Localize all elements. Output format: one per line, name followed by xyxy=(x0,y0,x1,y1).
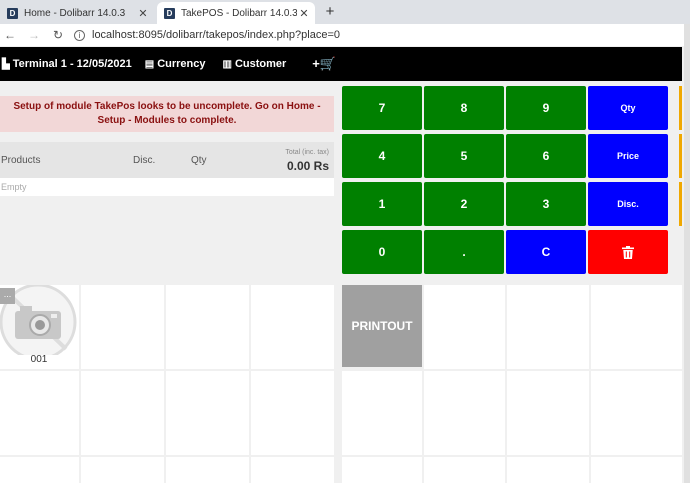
empty-product-tile xyxy=(81,457,164,483)
empty-action-tile xyxy=(591,457,682,483)
empty-product-tile xyxy=(166,457,249,483)
order-empty-row: Empty xyxy=(0,178,334,196)
key-2[interactable]: 2 xyxy=(424,182,504,226)
tab-title: Home - Dolibarr 14.0.3 xyxy=(24,7,126,19)
column-products: Products xyxy=(1,155,41,166)
tab-title: TakePOS - Dolibarr 14.0.3 xyxy=(181,7,297,19)
column-discount: Disc. xyxy=(133,155,156,166)
empty-action-tile xyxy=(424,285,505,369)
order-table-header: Products Disc. Qty Total (inc. tax) 0.00… xyxy=(0,142,334,178)
empty-product-tile xyxy=(0,371,79,455)
side-accent-bar xyxy=(679,182,682,226)
empty-action-tile xyxy=(507,285,589,369)
empty-product-tile xyxy=(0,457,79,483)
empty-action-tile xyxy=(424,371,505,455)
column-quantity: Qty xyxy=(191,155,207,166)
dolibarr-favicon-icon: D xyxy=(164,7,175,19)
empty-action-tile xyxy=(591,371,682,455)
key-1[interactable]: 1 xyxy=(342,182,422,226)
new-tab-button[interactable]: + xyxy=(320,2,340,22)
empty-action-tile xyxy=(342,371,422,455)
empty-action-tile xyxy=(507,457,589,483)
key-0[interactable]: 0 xyxy=(342,230,422,274)
customer-icon: ▥ xyxy=(222,58,232,70)
terminal-selector[interactable]: ▙ Terminal 1 - 12/05/2021 xyxy=(2,58,132,70)
empty-action-tile xyxy=(507,371,589,455)
empty-product-tile xyxy=(251,457,334,483)
url-field[interactable]: i localhost:8095/dolibarr/takepos/index.… xyxy=(74,29,340,41)
empty-product-tile xyxy=(251,371,334,455)
money-icon: ▤ xyxy=(144,58,155,70)
new-sale-cart-button[interactable]: +🛒 xyxy=(312,56,336,72)
empty-product-tile xyxy=(81,371,164,455)
delete-button[interactable] xyxy=(588,230,668,274)
page-scrollbar[interactable] xyxy=(684,24,690,483)
printout-button[interactable]: PRINTOUT xyxy=(342,285,422,367)
terminal-label: Terminal 1 - 12/05/2021 xyxy=(12,58,132,70)
building-icon: ▙ xyxy=(2,58,10,70)
key-6[interactable]: 6 xyxy=(506,134,586,178)
close-tab-icon[interactable]: ✕ xyxy=(136,7,150,20)
product-more-button[interactable]: ... xyxy=(0,288,15,304)
key-9[interactable]: 9 xyxy=(506,86,586,130)
empty-action-tile xyxy=(591,285,682,369)
empty-product-tile xyxy=(166,285,249,369)
browser-address-bar: ← → ↻ i localhost:8095/dolibarr/takepos/… xyxy=(0,24,690,46)
key-7[interactable]: 7 xyxy=(342,86,422,130)
empty-action-tile xyxy=(424,457,505,483)
customer-button[interactable]: ▥ Customer xyxy=(223,58,287,70)
key-dot[interactable]: . xyxy=(424,230,504,274)
qty-button[interactable]: Qty xyxy=(588,86,668,130)
add-cart-icon: +🛒 xyxy=(312,56,337,71)
customer-label: Customer xyxy=(234,58,287,70)
site-info-icon[interactable]: i xyxy=(74,29,85,41)
back-arrow-icon[interactable]: ← xyxy=(0,25,20,45)
empty-product-tile xyxy=(166,371,249,455)
browser-tab-takepos[interactable]: D TakePOS - Dolibarr 14.0.3 ✕ xyxy=(157,2,315,24)
key-3[interactable]: 3 xyxy=(506,182,586,226)
setup-warning-message: Setup of module TakePos looks to be unco… xyxy=(0,96,334,132)
currency-label: Currency xyxy=(157,58,206,70)
takepos-header: ▙ Terminal 1 - 12/05/2021 ▤ Currency ▥ C… xyxy=(0,47,682,81)
browser-tab-bar: D Home - Dolibarr 14.0.3 ✕ D TakePOS - D… xyxy=(0,0,690,24)
discount-button[interactable]: Disc. xyxy=(588,182,668,226)
key-4[interactable]: 4 xyxy=(342,134,422,178)
side-accent-bar xyxy=(679,86,682,130)
empty-action-tile xyxy=(342,457,422,483)
reload-icon[interactable]: ↻ xyxy=(48,25,68,45)
side-accent-bar xyxy=(679,134,682,178)
trash-icon xyxy=(622,245,634,259)
currency-button[interactable]: ▤ Currency xyxy=(145,58,206,70)
url-text: localhost:8095/dolibarr/takepos/index.ph… xyxy=(92,29,340,41)
price-button[interactable]: Price xyxy=(588,134,668,178)
clear-button[interactable]: C xyxy=(506,230,586,274)
key-5[interactable]: 5 xyxy=(424,134,504,178)
key-8[interactable]: 8 xyxy=(424,86,504,130)
forward-arrow-icon[interactable]: → xyxy=(24,25,44,45)
empty-product-tile xyxy=(251,285,334,369)
empty-product-tile xyxy=(81,285,164,369)
close-tab-icon[interactable]: ✕ xyxy=(297,7,311,20)
total-label: Total (inc. tax) xyxy=(285,149,329,156)
product-label: 001 xyxy=(30,354,48,365)
browser-tab-home[interactable]: D Home - Dolibarr 14.0.3 ✕ xyxy=(0,2,154,24)
dolibarr-favicon-icon: D xyxy=(7,7,18,19)
total-value: 0.00 Rs xyxy=(286,159,329,173)
